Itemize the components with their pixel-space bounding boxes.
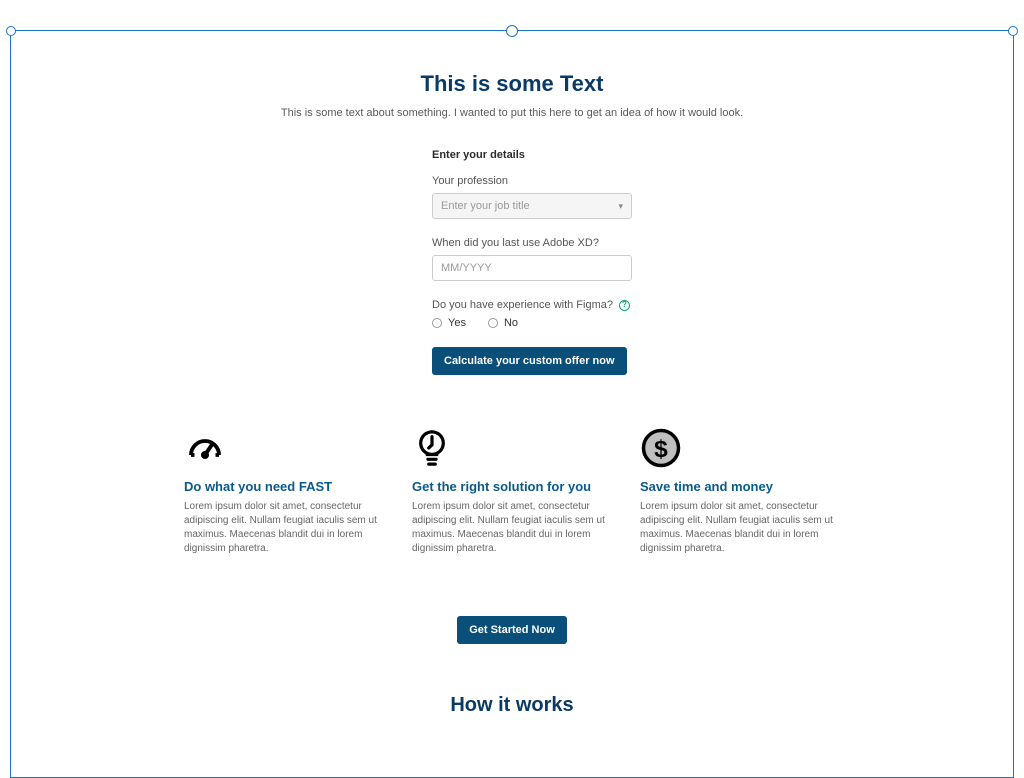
- page-subtitle: This is some text about something. I wan…: [11, 107, 1013, 119]
- figma-radio-no[interactable]: No: [488, 317, 518, 329]
- feature-fast: Do what you need FAST Lorem ipsum dolor …: [184, 425, 384, 556]
- feature-save: $ Save time and money Lorem ipsum dolor …: [640, 425, 840, 556]
- dollar-coin-icon: $: [640, 425, 840, 469]
- figma-label: Do you have experience with Figma?: [432, 299, 613, 311]
- page-title: This is some Text: [11, 71, 1013, 97]
- svg-text:$: $: [654, 436, 668, 463]
- feature-solution-body: Lorem ipsum dolor sit amet, consectetur …: [412, 500, 612, 556]
- calculate-offer-button[interactable]: Calculate your custom offer now: [432, 347, 627, 375]
- feature-save-title: Save time and money: [640, 479, 840, 494]
- details-form: Enter your details Your profession Enter…: [312, 149, 712, 375]
- figma-radio-group: Yes No: [432, 317, 642, 329]
- get-started-button[interactable]: Get Started Now: [457, 616, 567, 644]
- selection-handle-top-right[interactable]: [1008, 26, 1018, 36]
- feature-solution-title: Get the right solution for you: [412, 479, 612, 494]
- profession-label: Your profession: [432, 175, 642, 187]
- last-used-field[interactable]: [441, 262, 623, 274]
- radio-icon: [432, 318, 442, 328]
- profession-select[interactable]: Enter your job title ▾: [432, 193, 632, 219]
- feature-fast-body: Lorem ipsum dolor sit amet, consectetur …: [184, 500, 384, 556]
- feature-solution: Get the right solution for you Lorem ips…: [412, 425, 612, 556]
- how-it-works-heading: How it works: [11, 694, 1013, 717]
- profession-placeholder: Enter your job title: [441, 200, 530, 212]
- selection-handle-top-left[interactable]: [6, 26, 16, 36]
- page-content: This is some Text This is some text abou…: [11, 31, 1013, 777]
- design-artboard-frame: This is some Text This is some text abou…: [10, 30, 1014, 778]
- last-used-label: When did you last use Adobe XD?: [432, 237, 642, 249]
- info-icon[interactable]: ?: [619, 300, 630, 311]
- figma-radio-yes[interactable]: Yes: [432, 317, 466, 329]
- last-used-input[interactable]: [432, 255, 632, 281]
- chevron-down-icon: ▾: [618, 201, 623, 212]
- selection-handle-top-center[interactable]: [506, 25, 518, 37]
- radio-no-label: No: [504, 317, 518, 329]
- features-row: Do what you need FAST Lorem ipsum dolor …: [11, 425, 1013, 586]
- speedometer-icon: [184, 425, 384, 469]
- feature-save-body: Lorem ipsum dolor sit amet, consectetur …: [640, 500, 840, 556]
- cta-row: Get Started Now: [11, 616, 1013, 644]
- radio-icon: [488, 318, 498, 328]
- feature-fast-title: Do what you need FAST: [184, 479, 384, 494]
- lightbulb-icon: [412, 425, 612, 469]
- form-heading: Enter your details: [432, 149, 642, 161]
- radio-yes-label: Yes: [448, 317, 466, 329]
- figma-label-row: Do you have experience with Figma? ?: [432, 299, 642, 311]
